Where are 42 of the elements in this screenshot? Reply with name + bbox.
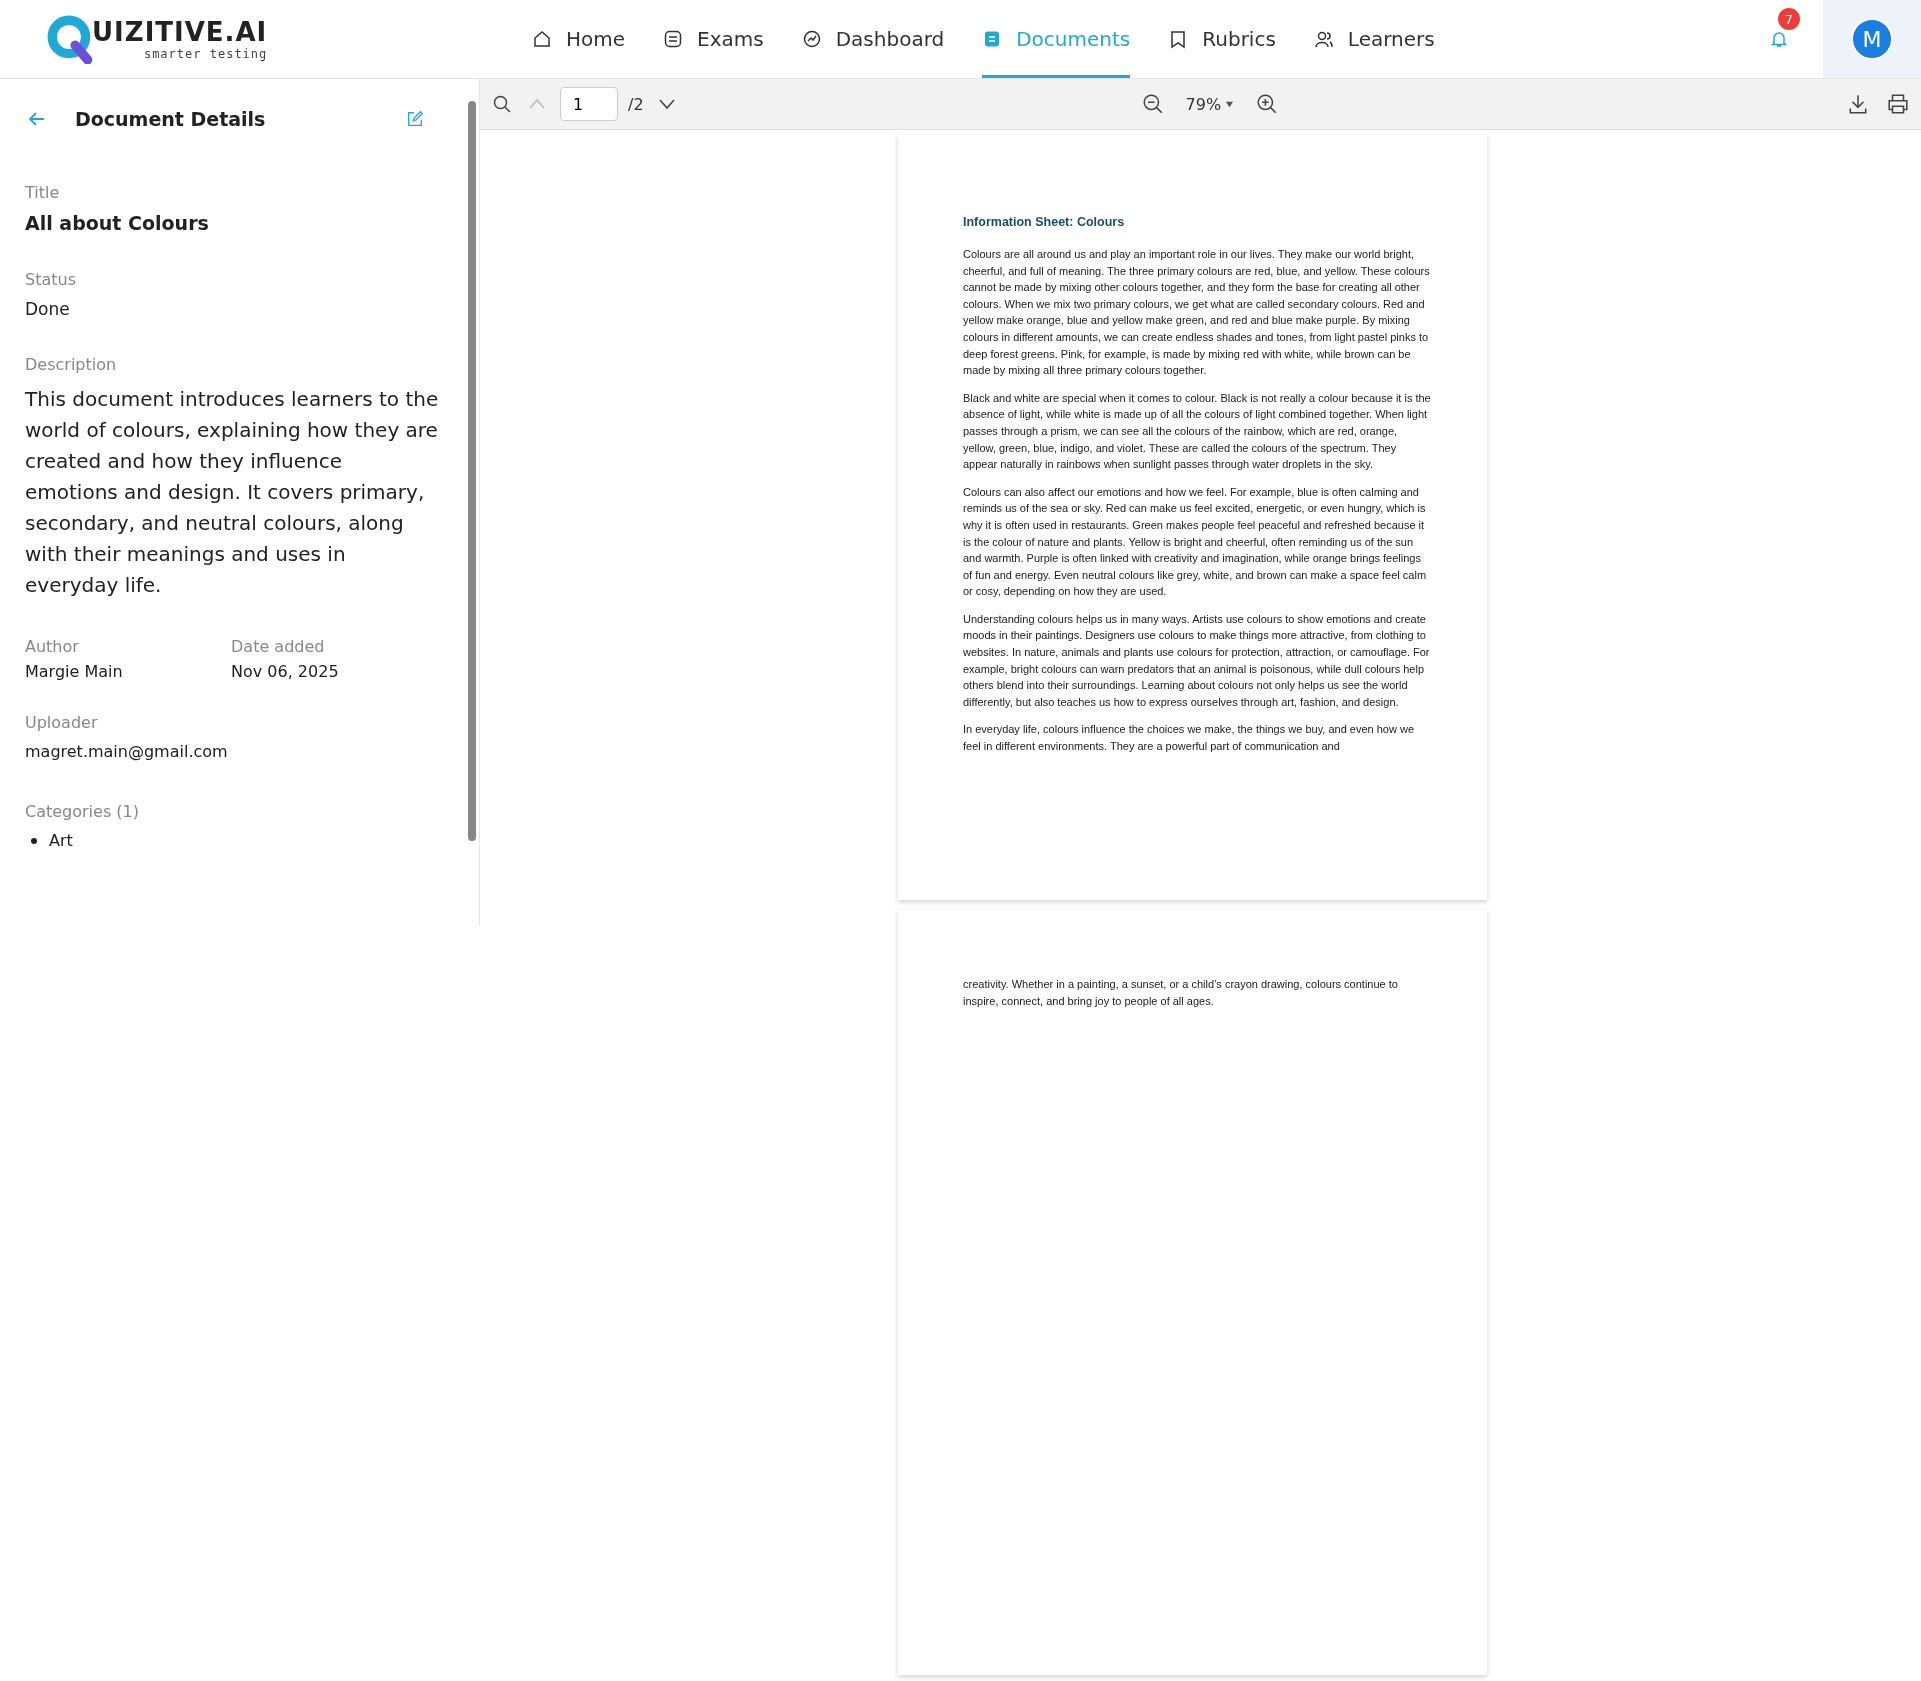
- nav-tab[interactable]: Home: [532, 0, 626, 78]
- print-button[interactable]: [1885, 91, 1911, 117]
- nav-tab[interactable]: Rubrics: [1168, 0, 1276, 78]
- document-paragraph: creativity. Whether in a painting, a sunset, or a child’s crayon drawing, colours continue to inspire, connect, and bring joy to people of all ages.: [963, 977, 1399, 1009]
- document-paragraph: Understanding colours helps us in many ways. Artists use colours to show emotions and create moods in their paintings. Designers use colours to make things more attractive, from clothing to websites. In nature, animals and plants use colours for protection, attraction, or camouflage. For example, bright colours can warn predators that an animal is poisonous, while dull colours help others blend into their surroundings. Learning about colours not only helps us see the world differently, but also teaches us how to express ourselves through art, fashion, and design.: [963, 611, 1431, 710]
- logo-name: UIZITIVE.AI: [92, 17, 268, 47]
- bullet-icon: [31, 837, 37, 844]
- field-label: Status: [25, 270, 77, 289]
- field-label: Date added: [231, 637, 326, 656]
- nav-tab[interactable]: Dashboard: [801, 0, 945, 78]
- logo-tagline: smarter testing: [143, 47, 268, 61]
- bell-icon: [1769, 29, 1789, 49]
- caret-icon: [1225, 99, 1235, 109]
- field-label: Categories (1): [25, 802, 140, 821]
- page-count: /2: [628, 94, 644, 114]
- document-title: All about Colours: [25, 212, 210, 234]
- avatar[interactable]: M: [1851, 18, 1893, 60]
- field-value: Margie Main: [25, 662, 124, 681]
- category-item: Art: [49, 831, 73, 850]
- document-paragraph: Colours are all around us and play an important role in our lives. They make our world bright, cheerful, and full of meaning. The three primary colours are red, blue, and yellow. These colours cannot be made by mixing other colours together, and they form the base for creating all other colours. When we mix two primary colours, we get what are called secondary colours. Red and yellow make orange, blue and yellow make green, and red and blue make purple. By mixing colours in different amounts, we can create endless shades and tones, from light pastel pinks to deep forest greens. Pink, for example, is made by mixing red with white, while brown can be made by mixing all three primary colours together.: [963, 247, 1431, 379]
- notification-count: 7: [1778, 8, 1800, 30]
- description-text: This document introduces learners to the world of colours, explaining how they are created and how they influence emotions and design. It covers primary, secondary, and neutral colours, along with their meanings and uses in everyday life.: [25, 386, 440, 599]
- document-paragraph: In everyday life, colours influence the choices we make, the things we buy, and even how we feel in different environments. They are a powerful part of communication and: [963, 722, 1416, 755]
- document-paragraph: Black and white are special when it comes to colour. Black is not really a colour because it is the absence of light, while white is made up of all the colours of light combined together. When light passes through a prism, we can see all the colours of the rainbow, which are red, orange, yellow, green, blue, indigo, and violet. These are called the colours of the spectrum. They appear naturally in rainbows when sunlight passes through water droplets in the sky.: [963, 390, 1431, 473]
- users-icon: [1313, 29, 1334, 49]
- nav-tab[interactable]: Learners: [1313, 0, 1435, 78]
- nav-tab[interactable]: Exams: [663, 0, 764, 78]
- home-icon: [532, 29, 552, 49]
- field-value: magret.main@gmail.com: [25, 741, 229, 763]
- field-label: Description: [25, 355, 118, 374]
- field-value: Done: [25, 299, 71, 319]
- list-icon: [663, 29, 684, 49]
- field-value: Nov 06, 2025: [231, 662, 340, 681]
- field-label: Author: [25, 637, 80, 656]
- document-heading: Information Sheet: Colours: [963, 215, 1126, 229]
- field-label: Uploader: [25, 713, 99, 732]
- chart-icon: [801, 29, 822, 49]
- field-label: Title: [25, 183, 61, 202]
- page-number-field[interactable]: 1: [560, 87, 618, 121]
- document-paragraph: Colours can also affect our emotions and how we feel. For example, blue is often calming and reminds us of the sea or sky. Red can make us feel excited, energetic, or even hungry, which is why it is often used in restaurants. Green makes people feel peaceful and refreshed because it is the colour of nature and plants. Yellow is bright and cheerful, often reminding us of the sun and warmth. Purple is often linked with creativity and imagination, while orange brings feelings of fun and energy. Even neutral colours like grey, white, and brown can make a space feel calm or cosy, depending on how they are used.: [963, 484, 1428, 600]
- panel-title: Document Details: [75, 108, 266, 130]
- zoom-dropdown[interactable]: 79%: [1179, 93, 1241, 115]
